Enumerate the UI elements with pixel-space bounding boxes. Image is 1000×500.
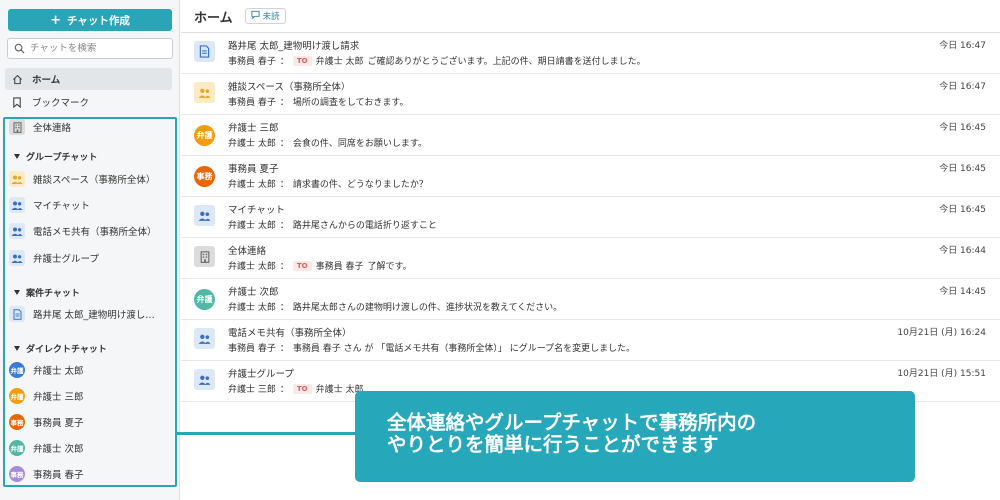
create-chat-label: チャット作成 bbox=[67, 14, 130, 27]
message-row[interactable]: 弁護 弁護士 次郎 弁護士 太郎 ： 路井尾太郎さんの建物明け渡しの件、進捗状況… bbox=[181, 279, 1000, 320]
message-title: 電話メモ共有（事務所全体） bbox=[228, 328, 352, 339]
highlight-frame bbox=[3, 117, 177, 487]
message-time: 今日 16:47 bbox=[939, 41, 986, 51]
message-time: 今日 16:44 bbox=[939, 246, 986, 256]
message-preview: 事務員 春子 ： TO 弁護士 太郎 ご確認ありがとうございます。上記の件、期日… bbox=[228, 54, 646, 67]
message-time: 今日 16:45 bbox=[939, 164, 986, 174]
chat-bubble-icon bbox=[251, 10, 260, 22]
message-text: 請求書の件、どうなりましたか？ bbox=[292, 180, 428, 190]
separator: ： bbox=[279, 344, 289, 354]
message-sender: 弁護士 太郎 bbox=[228, 262, 276, 272]
message-text: 会食の件、同席をお願いします。 bbox=[292, 139, 427, 149]
message-time: 今日 16:45 bbox=[939, 123, 986, 133]
message-sender: 弁護士 太郎 bbox=[228, 139, 276, 149]
message-title: 全体連絡 bbox=[228, 246, 267, 257]
message-row[interactable]: 事務 事務員 夏子 弁護士 太郎 ： 請求書の件、どうなりましたか？ 今日 16… bbox=[181, 156, 1000, 197]
separator: ： bbox=[279, 180, 289, 190]
message-row[interactable]: 電話メモ共有（事務所全体） 事務員 春子 ： 事務員 春子 さん が 「電話メモ… bbox=[181, 320, 1000, 361]
message-preview: 弁護士 太郎 ： 会食の件、同席をお願いします。 bbox=[228, 136, 427, 149]
group-icon bbox=[194, 205, 215, 226]
message-preview: 事務員 春子 ： 事務員 春子 さん が 「電話メモ共有（事務所全体）」 にグル… bbox=[228, 341, 635, 354]
message-sender: 事務員 春子 bbox=[228, 98, 276, 108]
message-preview: 弁護士 太郎 ： 請求書の件、どうなりましたか？ bbox=[228, 177, 428, 190]
callout-connector bbox=[177, 432, 355, 435]
message-row[interactable]: 全体連絡 弁護士 太郎 ： TO 事務員 春子 了解です。 今日 16:44 bbox=[181, 238, 1000, 279]
separator: ： bbox=[279, 57, 289, 67]
message-preview: 弁護士 三郎 ： TO 弁護士 太郎 bbox=[228, 382, 368, 395]
message-time: 10月21日 (月) 16:24 bbox=[897, 328, 986, 338]
separator: ： bbox=[279, 303, 289, 313]
separator: ： bbox=[279, 139, 289, 149]
nav-home[interactable]: ホーム bbox=[5, 68, 172, 90]
message-title: マイチャット bbox=[228, 205, 285, 216]
message-time: 今日 16:45 bbox=[939, 205, 986, 215]
avatar: 事務 bbox=[194, 166, 215, 187]
separator: ： bbox=[279, 98, 289, 108]
search-input[interactable] bbox=[30, 43, 170, 54]
message-text: 場所の調査をしておきます。 bbox=[292, 98, 409, 108]
unread-filter-button[interactable]: 未読 bbox=[244, 8, 286, 24]
message-text: 了解です。 bbox=[367, 262, 412, 272]
message-time: 今日 16:47 bbox=[939, 82, 986, 92]
to-recipient: 弁護士 太郎 bbox=[315, 57, 364, 67]
message-title: 事務員 夏子 bbox=[228, 164, 279, 175]
message-preview: 弁護士 太郎 ： TO 事務員 春子 了解です。 bbox=[228, 259, 412, 272]
message-title: 弁護士グループ bbox=[228, 369, 294, 380]
message-time: 今日 14:45 bbox=[939, 287, 986, 297]
message-title: 雑談スペース（事務所全体） bbox=[228, 82, 351, 93]
separator: ： bbox=[279, 262, 289, 272]
message-text: 路井尾さんからの電話折り返すこと bbox=[292, 221, 437, 231]
message-text: 事務員 春子 さん が 「電話メモ共有（事務所全体）」 にグループ名を変更しまし… bbox=[292, 344, 636, 354]
nav-bookmark-label: ブックマーク bbox=[32, 98, 90, 109]
callout-banner: 全体連絡やグループチャットで事務所内の やりとりを簡単に行うことができます bbox=[355, 391, 915, 482]
message-preview: 弁護士 太郎 ： 路井尾さんからの電話折り返すこと bbox=[228, 218, 437, 231]
page-title: ホーム bbox=[194, 10, 233, 26]
message-row[interactable]: 雑談スペース（事務所全体） 事務員 春子 ： 場所の調査をしておきます。 今日 … bbox=[181, 74, 1000, 115]
separator: ： bbox=[279, 385, 289, 395]
message-preview: 事務員 春子 ： 場所の調査をしておきます。 bbox=[228, 95, 408, 108]
search-icon bbox=[14, 39, 25, 58]
message-text: ご確認ありがとうございます。上記の件、期日請書を送付しました。 bbox=[367, 57, 646, 67]
unread-label: 未読 bbox=[262, 12, 280, 22]
nav-home-label: ホーム bbox=[32, 75, 61, 86]
avatar: 弁護 bbox=[194, 289, 215, 310]
callout-line-1: 全体連絡やグループチャットで事務所内の bbox=[387, 411, 757, 434]
separator: ： bbox=[279, 221, 289, 231]
message-time: 10月21日 (月) 15:51 bbox=[897, 369, 986, 379]
message-row[interactable]: マイチャット 弁護士 太郎 ： 路井尾さんからの電話折り返すこと 今日 16:4… bbox=[181, 197, 1000, 238]
message-title: 弁護士 三郎 bbox=[228, 123, 279, 134]
create-chat-button[interactable]: + チャット作成 bbox=[8, 9, 172, 31]
to-tag: TO bbox=[292, 383, 312, 394]
message-row[interactable]: 路井尾 太郎_建物明け渡し請求 事務員 春子 ： TO 弁護士 太郎 ご確認あり… bbox=[181, 33, 1000, 74]
plus-icon: + bbox=[50, 12, 61, 28]
message-text: 路井尾太郎さんの建物明け渡しの件、進捗状況を教えてください。 bbox=[292, 303, 563, 313]
home-icon bbox=[11, 73, 23, 85]
building-icon bbox=[194, 246, 215, 267]
group-icon bbox=[194, 328, 215, 349]
to-tag: TO bbox=[292, 55, 312, 66]
message-row[interactable]: 弁護 弁護士 三郎 弁護士 太郎 ： 会食の件、同席をお願いします。 今日 16… bbox=[181, 115, 1000, 156]
avatar: 弁護 bbox=[194, 125, 215, 146]
group-icon bbox=[194, 82, 215, 103]
message-title: 弁護士 次郎 bbox=[228, 287, 279, 298]
message-preview: 弁護士 太郎 ： 路井尾太郎さんの建物明け渡しの件、進捗状況を教えてください。 bbox=[228, 300, 562, 313]
message-sender: 弁護士 太郎 bbox=[228, 180, 276, 190]
group-icon bbox=[194, 369, 215, 390]
to-recipient: 事務員 春子 bbox=[315, 262, 364, 272]
to-tag: TO bbox=[292, 260, 312, 271]
callout-line-2: やりとりを簡単に行うことができます bbox=[387, 433, 719, 456]
nav-bookmark[interactable]: ブックマーク bbox=[5, 91, 172, 113]
chat-search[interactable] bbox=[7, 38, 173, 59]
sidebar: + チャット作成 ホーム ブックマーク 全体連絡 グループチャット 雑談ス bbox=[0, 0, 180, 500]
message-sender: 弁護士 三郎 bbox=[228, 385, 276, 395]
message-title: 路井尾 太郎_建物明け渡し請求 bbox=[228, 41, 360, 52]
message-sender: 事務員 春子 bbox=[228, 57, 276, 67]
main-header: ホーム 未読 bbox=[181, 0, 1000, 33]
message-sender: 事務員 春子 bbox=[228, 344, 276, 354]
message-sender: 弁護士 太郎 bbox=[228, 221, 276, 231]
bookmark-icon bbox=[11, 96, 23, 108]
document-icon bbox=[194, 41, 215, 62]
message-sender: 弁護士 太郎 bbox=[228, 303, 276, 313]
